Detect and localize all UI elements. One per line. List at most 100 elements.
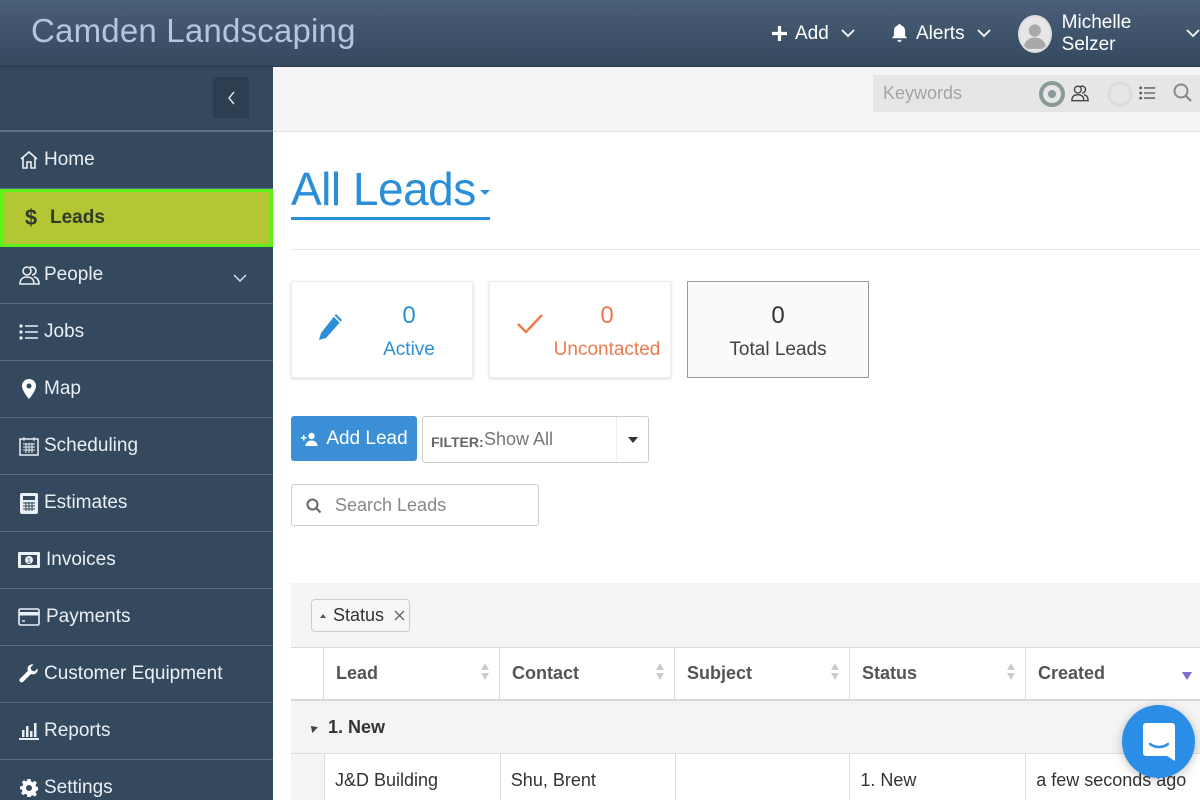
stat-label: Uncontacted	[553, 339, 661, 360]
chat-launcher-button[interactable]	[1122, 705, 1195, 778]
avatar	[1018, 14, 1052, 53]
stat-card-active[interactable]: 0 Active	[291, 281, 473, 378]
add-menu-button[interactable]: Add	[772, 0, 855, 67]
filter-dropdown-toggle[interactable]	[616, 417, 648, 462]
sub-toolbar	[273, 67, 1200, 132]
stat-card-total-leads[interactable]: 0 Total Leads	[687, 281, 869, 378]
filter-label: FILTER:	[431, 434, 484, 450]
group-chip-label: Status	[333, 605, 385, 625]
search-leads-input[interactable]	[335, 485, 535, 525]
sidebar-item-customer-equipment[interactable]: Customer Equipment	[0, 646, 273, 703]
cell-contact[interactable]: Shu, Brent	[501, 754, 676, 800]
svg-text:1: 1	[27, 558, 31, 565]
search-leads-box	[291, 484, 539, 526]
sort-icon	[481, 663, 489, 680]
search-icon	[306, 498, 322, 519]
sidebar-item-label: Leads	[50, 207, 105, 228]
column-header-created[interactable]: Created	[1026, 648, 1200, 699]
filter-select[interactable]: FILTER: Show All	[422, 416, 649, 463]
brand-title[interactable]: Camden Landscaping	[31, 12, 356, 50]
user-menu-button[interactable]: Michelle Selzer	[1018, 0, 1200, 67]
sidebar-item-label: People	[44, 264, 104, 285]
calendar-icon	[18, 436, 40, 456]
radio-unselected-icon[interactable]	[1107, 81, 1133, 107]
sidebar-item-label: Scheduling	[44, 435, 139, 456]
column-header-lead[interactable]: Lead	[324, 648, 500, 699]
sort-icon	[656, 663, 664, 680]
stat-value: 0	[771, 302, 785, 329]
column-header-label: Created	[1038, 663, 1106, 683]
filter-value: Show All	[484, 429, 554, 449]
home-icon	[18, 150, 40, 170]
main-content: All Leads 0 Active 0 Uncontacted 0 Total…	[273, 67, 1200, 800]
gear-icon	[18, 779, 40, 797]
table-row[interactable]: J&D Building Shu, Brent 1. New a few sec…	[324, 754, 1200, 800]
group-label: 1. New	[328, 717, 386, 737]
map-pin-icon	[18, 379, 40, 399]
grid-header: Lead Contact Subject Status Created	[291, 647, 1200, 701]
sidebar-item-scheduling[interactable]: Scheduling	[0, 418, 273, 475]
stat-card-uncontacted[interactable]: 0 Uncontacted	[489, 281, 671, 378]
list-icon	[18, 323, 40, 341]
stat-value: 0	[402, 302, 416, 329]
calculator-icon	[18, 492, 40, 514]
add-user-icon	[300, 432, 318, 446]
keyword-search-box	[873, 75, 1200, 112]
chevron-down-icon	[1186, 29, 1200, 38]
pencil-icon	[318, 312, 344, 347]
alerts-menu-button[interactable]: Alerts	[891, 0, 991, 67]
column-header-status[interactable]: Status	[850, 648, 1026, 699]
stat-label: Total Leads	[729, 339, 827, 360]
cell-lead[interactable]: J&D Building	[325, 754, 501, 800]
sidebar-item-estimates[interactable]: Estimates	[0, 475, 273, 532]
sidebar-item-leads[interactable]: $ Leads	[0, 189, 273, 247]
column-header-label: Lead	[336, 663, 379, 683]
sidebar-item-invoices[interactable]: 1 Invoices	[0, 532, 273, 589]
cell-status: 1. New	[850, 754, 1027, 800]
people-icon[interactable]	[1071, 84, 1089, 102]
page-title: All Leads	[291, 163, 476, 215]
sidebar-item-label: Payments	[46, 606, 131, 627]
sort-icon	[831, 663, 839, 680]
sidebar-item-home[interactable]: Home	[0, 132, 273, 189]
sort-asc-icon	[320, 613, 326, 618]
column-header-subject[interactable]: Subject	[675, 648, 850, 699]
column-header-contact[interactable]: Contact	[500, 648, 675, 699]
page-title-dropdown[interactable]: All Leads	[291, 163, 490, 220]
sidebar-item-jobs[interactable]: Jobs	[0, 304, 273, 361]
checkmark-icon	[516, 312, 544, 341]
chevron-down-icon	[233, 267, 247, 289]
bar-chart-icon	[18, 722, 40, 740]
sidebar-item-label: Jobs	[44, 321, 85, 342]
chevron-down-icon	[841, 29, 855, 38]
radio-selected-icon[interactable]	[1039, 81, 1065, 107]
plus-icon	[772, 26, 787, 41]
sidebar-item-people[interactable]: People	[0, 247, 273, 304]
sidebar-collapse-row	[0, 67, 273, 132]
sort-desc-icon	[1182, 672, 1192, 680]
sidebar-item-label: Reports	[44, 720, 111, 741]
cell-subject	[676, 754, 851, 800]
money-icon: 1	[18, 552, 40, 568]
sort-icon	[1007, 663, 1015, 680]
sidebar-item-payments[interactable]: Payments	[0, 589, 273, 646]
sidebar-item-settings[interactable]: Settings	[0, 760, 273, 800]
collapse-group-icon[interactable]	[308, 722, 318, 733]
group-by-chip[interactable]: Status	[311, 599, 410, 632]
sidebar-item-label: Estimates	[44, 492, 128, 513]
keyword-search-input[interactable]	[883, 75, 1033, 112]
chat-icon	[1142, 722, 1175, 761]
divider	[291, 249, 1200, 250]
list-icon[interactable]	[1139, 85, 1156, 101]
add-lead-button[interactable]: Add Lead	[291, 416, 417, 461]
column-header-label: Contact	[512, 663, 579, 683]
credit-card-icon	[18, 608, 40, 626]
close-icon[interactable]	[394, 610, 405, 621]
user-name: Michelle Selzer	[1061, 11, 1132, 55]
collapse-sidebar-button[interactable]	[213, 77, 249, 118]
sidebar-item-map[interactable]: Map	[0, 361, 273, 418]
search-icon[interactable]	[1173, 83, 1193, 103]
stat-value: 0	[600, 302, 614, 329]
sidebar-item-reports[interactable]: Reports	[0, 703, 273, 760]
column-header-label: Subject	[687, 663, 753, 683]
